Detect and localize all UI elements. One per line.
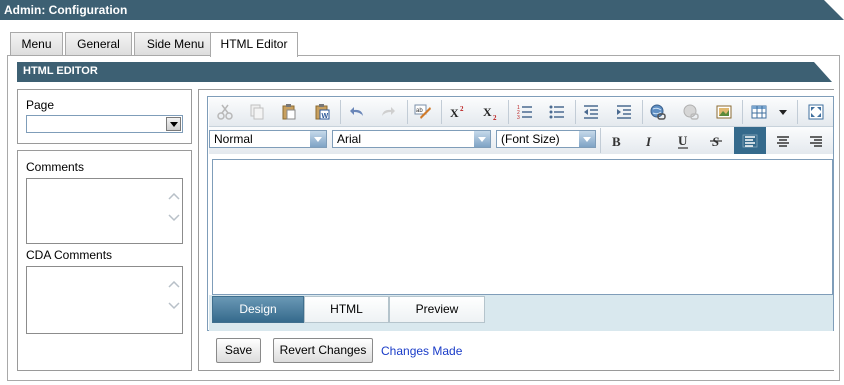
- align-left-icon[interactable]: [734, 127, 766, 154]
- section-title: HTML EDITOR: [23, 65, 98, 77]
- page-box: Page: [17, 89, 192, 144]
- insert-table-icon[interactable]: [747, 100, 771, 124]
- toolbar-divider: [508, 100, 509, 124]
- format-block-select[interactable]: Normal: [209, 130, 327, 148]
- svg-text:B: B: [612, 134, 621, 148]
- tab-general[interactable]: General: [65, 32, 132, 56]
- comments-box: Comments CDA Comments: [17, 150, 192, 371]
- font-size-value: (Font Size): [501, 132, 560, 146]
- svg-text:X: X: [483, 105, 492, 119]
- bold-icon[interactable]: B: [605, 129, 629, 153]
- mode-tab-design[interactable]: Design: [212, 296, 304, 323]
- editor-toolbar-top: W ab X2 X2 123: [209, 98, 833, 127]
- cut-icon[interactable]: [213, 100, 237, 124]
- save-button[interactable]: Save: [216, 338, 261, 363]
- editor-mode-bar: Design HTML Preview: [209, 295, 833, 331]
- tab-menu[interactable]: Menu: [10, 32, 63, 56]
- comments-textarea[interactable]: [26, 178, 183, 244]
- toolbar-divider: [742, 100, 743, 124]
- indent-icon[interactable]: [612, 100, 636, 124]
- redo-icon[interactable]: [376, 100, 400, 124]
- align-center-icon[interactable]: [771, 129, 795, 153]
- svg-text:3: 3: [517, 115, 520, 120]
- copy-icon[interactable]: [245, 100, 269, 124]
- toolbar-divider: [575, 100, 576, 124]
- svg-text:2: 2: [493, 114, 497, 120]
- svg-text:W: W: [322, 113, 329, 120]
- superscript-icon[interactable]: X2: [446, 100, 470, 124]
- undo-icon[interactable]: [345, 100, 369, 124]
- scroll-arrows-icon: [168, 193, 180, 222]
- window-title-bar: Admin: Configuration: [0, 0, 844, 20]
- mode-tab-preview[interactable]: Preview: [389, 296, 485, 323]
- svg-text:ab: ab: [416, 108, 423, 114]
- paste-from-word-icon[interactable]: W: [310, 100, 334, 124]
- toolbar-divider: [407, 100, 408, 124]
- insert-link-icon[interactable]: [646, 100, 670, 124]
- chevron-down-icon: [310, 131, 326, 147]
- section-header: HTML EDITOR: [17, 62, 832, 82]
- tab-html-editor[interactable]: HTML Editor: [210, 32, 298, 57]
- font-name-value: Arial: [337, 132, 362, 146]
- mode-tab-html[interactable]: HTML: [304, 296, 389, 323]
- underline-icon[interactable]: U: [671, 129, 695, 153]
- remove-link-icon[interactable]: [679, 100, 703, 124]
- paste-icon[interactable]: [277, 100, 301, 124]
- comments-label: Comments: [26, 160, 85, 174]
- chevron-down-icon: [579, 131, 595, 147]
- scroll-arrows-icon: [168, 281, 180, 310]
- page-select[interactable]: [26, 115, 183, 133]
- svg-text:U: U: [678, 134, 688, 148]
- align-right-icon[interactable]: [804, 129, 828, 153]
- toolbar-divider: [797, 100, 798, 124]
- table-dropdown-icon[interactable]: [775, 100, 791, 124]
- subscript-icon[interactable]: X2: [479, 100, 503, 124]
- toolbar-divider: [642, 100, 643, 124]
- svg-text:X: X: [450, 106, 459, 120]
- bulleted-list-icon[interactable]: [545, 100, 569, 124]
- font-name-select[interactable]: Arial: [332, 130, 491, 148]
- section-header-background: [17, 62, 832, 82]
- toolbar-divider: [340, 100, 341, 124]
- editor-content-area[interactable]: [212, 159, 833, 295]
- cda-comments-label: CDA Comments: [26, 248, 113, 262]
- spellcheck-icon[interactable]: ab: [411, 100, 435, 124]
- revert-changes-button[interactable]: Revert Changes: [273, 338, 373, 363]
- insert-image-icon[interactable]: [712, 100, 736, 124]
- numbered-list-icon[interactable]: 123: [513, 100, 537, 124]
- font-size-select[interactable]: (Font Size): [496, 130, 596, 148]
- strikethrough-icon[interactable]: S: [704, 129, 728, 153]
- page-label: Page: [26, 98, 55, 112]
- svg-text:I: I: [645, 134, 652, 148]
- editor-toolbar-format: Normal Arial (Font Size) B I U S: [209, 127, 833, 154]
- chevron-down-icon: [474, 131, 490, 147]
- toolbar-divider: [441, 100, 442, 124]
- chevron-down-icon: [166, 117, 181, 131]
- svg-text:2: 2: [460, 105, 464, 113]
- format-block-value: Normal: [214, 132, 253, 146]
- outdent-icon[interactable]: [579, 100, 603, 124]
- fullscreen-icon[interactable]: [804, 100, 828, 124]
- window-title: Admin: Configuration: [4, 3, 128, 17]
- tab-side-menu[interactable]: Side Menu: [134, 32, 217, 56]
- italic-icon[interactable]: I: [638, 129, 662, 153]
- changes-made-link[interactable]: Changes Made: [381, 344, 462, 358]
- cda-comments-textarea[interactable]: [26, 266, 183, 334]
- toolbar-divider: [600, 128, 601, 153]
